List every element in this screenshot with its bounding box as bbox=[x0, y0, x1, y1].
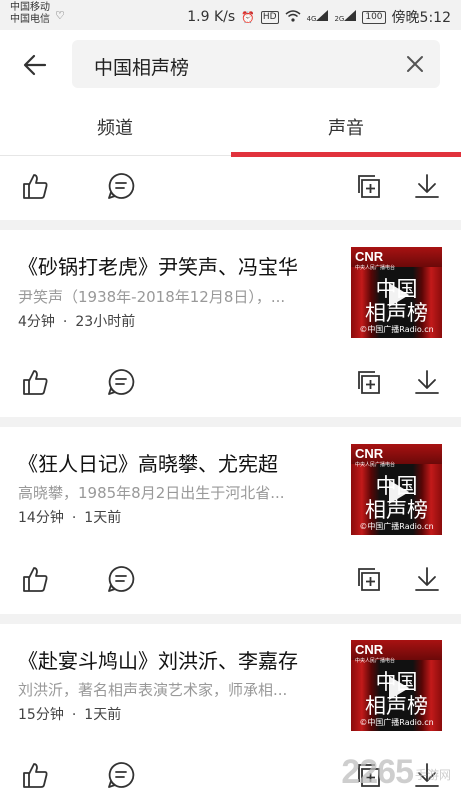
alarm-icon: ⏰ bbox=[241, 10, 255, 24]
add-to-playlist-icon bbox=[358, 568, 380, 591]
carrier-2: 中国电信 bbox=[10, 14, 50, 25]
download-button[interactable] bbox=[412, 367, 442, 397]
tab-audio[interactable]: 声音 bbox=[231, 114, 461, 140]
watermark-number: 2265 bbox=[341, 753, 414, 791]
comment-icon bbox=[108, 173, 135, 199]
active-tab-indicator bbox=[231, 152, 461, 157]
item-thumbnail[interactable]: CNR 中央人民广播电台 中国 相声榜 ©中国广播Radio.cn bbox=[351, 247, 442, 338]
thumb-footer: ©中国广播Radio.cn bbox=[359, 522, 434, 531]
back-button[interactable] bbox=[20, 50, 50, 80]
back-arrow-icon bbox=[23, 54, 47, 76]
meta-separator: · bbox=[71, 510, 77, 526]
download-icon bbox=[415, 174, 439, 198]
comment-icon bbox=[108, 762, 135, 788]
download-icon bbox=[415, 370, 439, 394]
item-time: 1天前 bbox=[84, 707, 122, 723]
play-icon[interactable] bbox=[389, 676, 409, 700]
item-description: 尹笑声（1938年-2018年12月8日），... bbox=[18, 288, 286, 306]
hd-badge: HD bbox=[260, 10, 279, 24]
play-icon[interactable] bbox=[389, 480, 409, 504]
item-time: 1天前 bbox=[84, 510, 122, 526]
meta-separator: · bbox=[71, 707, 77, 723]
item-meta: 15分钟 · 1天前 bbox=[18, 704, 121, 724]
thumb-footer: ©中国广播Radio.cn bbox=[359, 718, 434, 727]
add-to-playlist-button[interactable] bbox=[355, 367, 385, 397]
download-button[interactable] bbox=[412, 171, 442, 201]
signal-2g-icon: 2G bbox=[334, 10, 357, 24]
comment-icon bbox=[108, 566, 135, 592]
thumb-brand: CNR bbox=[355, 249, 384, 264]
item-title[interactable]: 《赴宴斗鸠山》刘洪沂、李嘉存 bbox=[18, 645, 298, 674]
like-button[interactable] bbox=[20, 760, 50, 790]
carrier-info: 中国移动 中国电信 bbox=[10, 2, 50, 26]
thumbs-up-icon bbox=[23, 567, 48, 592]
tab-channels[interactable]: 频道 bbox=[0, 114, 230, 140]
battery-icon: 100 bbox=[362, 10, 386, 24]
search-query[interactable]: 中国相声榜 bbox=[94, 53, 189, 80]
search-header: 中国相声榜 bbox=[0, 30, 461, 98]
watermark-sub: 手游网 bbox=[414, 767, 451, 782]
item-title[interactable]: 《砂锅打老虎》尹笑声、冯宝华 bbox=[18, 251, 298, 280]
play-icon[interactable] bbox=[389, 283, 409, 307]
network-tag-2g: 2G bbox=[334, 15, 345, 23]
comment-button[interactable] bbox=[106, 171, 136, 201]
comment-icon bbox=[108, 369, 135, 395]
network-tag-4g: 4G bbox=[306, 15, 317, 23]
separator bbox=[0, 614, 461, 624]
meta-separator: · bbox=[62, 314, 68, 330]
thumbs-up-icon bbox=[23, 174, 48, 199]
carrier-1: 中国移动 bbox=[10, 2, 50, 13]
clear-button[interactable] bbox=[404, 53, 426, 75]
wifi-icon bbox=[285, 9, 301, 25]
status-icons: 1.9 K/s ⏰ HD 4G 2G 100 傍晚5:12 bbox=[187, 7, 451, 27]
thumb-brand-sub: 中央人民广播电台 bbox=[355, 658, 396, 664]
item-thumbnail[interactable]: CNR 中央人民广播电台 中国 相声榜 ©中国广播Radio.cn bbox=[351, 640, 442, 731]
thumb-brand-sub: 中央人民广播电台 bbox=[355, 265, 396, 271]
thumb-footer: ©中国广播Radio.cn bbox=[359, 325, 434, 334]
thumb-brand: CNR bbox=[355, 642, 384, 657]
item-duration: 15分钟 bbox=[18, 707, 64, 723]
comment-button[interactable] bbox=[106, 760, 136, 790]
thumbs-up-icon bbox=[23, 370, 48, 395]
item-thumbnail[interactable]: CNR 中央人民广播电台 中国 相声榜 ©中国广播Radio.cn bbox=[351, 444, 442, 535]
like-button[interactable] bbox=[20, 171, 50, 201]
network-speed: 1.9 K/s bbox=[187, 9, 236, 25]
tab-bar: 频道 声音 bbox=[0, 98, 461, 156]
add-to-playlist-icon bbox=[358, 175, 380, 198]
thumb-brand-sub: 中央人民广播电台 bbox=[355, 462, 396, 468]
add-to-playlist-icon bbox=[358, 371, 380, 394]
heart-rate-icon: ♡ bbox=[55, 9, 65, 22]
signal-4g-icon: 4G bbox=[307, 10, 329, 24]
item-duration: 14分钟 bbox=[18, 510, 64, 526]
watermark: 2265 手游网 bbox=[341, 753, 451, 792]
search-input[interactable]: 中国相声榜 bbox=[72, 40, 440, 88]
item-duration: 4分钟 bbox=[18, 314, 55, 330]
item-description: 高晓攀，1985年8月2日出生于河北省... bbox=[18, 484, 285, 502]
item-title[interactable]: 《狂人日记》高晓攀、尤宪超 bbox=[18, 448, 278, 477]
item-time: 23小时前 bbox=[75, 314, 136, 330]
like-button[interactable] bbox=[20, 564, 50, 594]
download-icon bbox=[415, 567, 439, 591]
like-button[interactable] bbox=[20, 367, 50, 397]
item-description: 刘洪沂，著名相声表演艺术家，师承相... bbox=[18, 681, 288, 699]
thumbs-up-icon bbox=[23, 763, 48, 788]
separator bbox=[0, 220, 461, 230]
status-bar: 中国移动 中国电信 ♡ 1.9 K/s ⏰ HD 4G 2G 100 傍晚5:1… bbox=[0, 0, 461, 30]
clear-icon bbox=[407, 56, 423, 72]
add-to-playlist-button[interactable] bbox=[355, 171, 385, 201]
item-meta: 4分钟 · 23小时前 bbox=[18, 311, 135, 331]
item-meta: 14分钟 · 1天前 bbox=[18, 507, 121, 527]
comment-button[interactable] bbox=[106, 367, 136, 397]
separator bbox=[0, 417, 461, 427]
add-to-playlist-button[interactable] bbox=[355, 564, 385, 594]
clock: 傍晚5:12 bbox=[391, 10, 451, 26]
download-button[interactable] bbox=[412, 564, 442, 594]
comment-button[interactable] bbox=[106, 564, 136, 594]
thumb-brand: CNR bbox=[355, 446, 384, 461]
